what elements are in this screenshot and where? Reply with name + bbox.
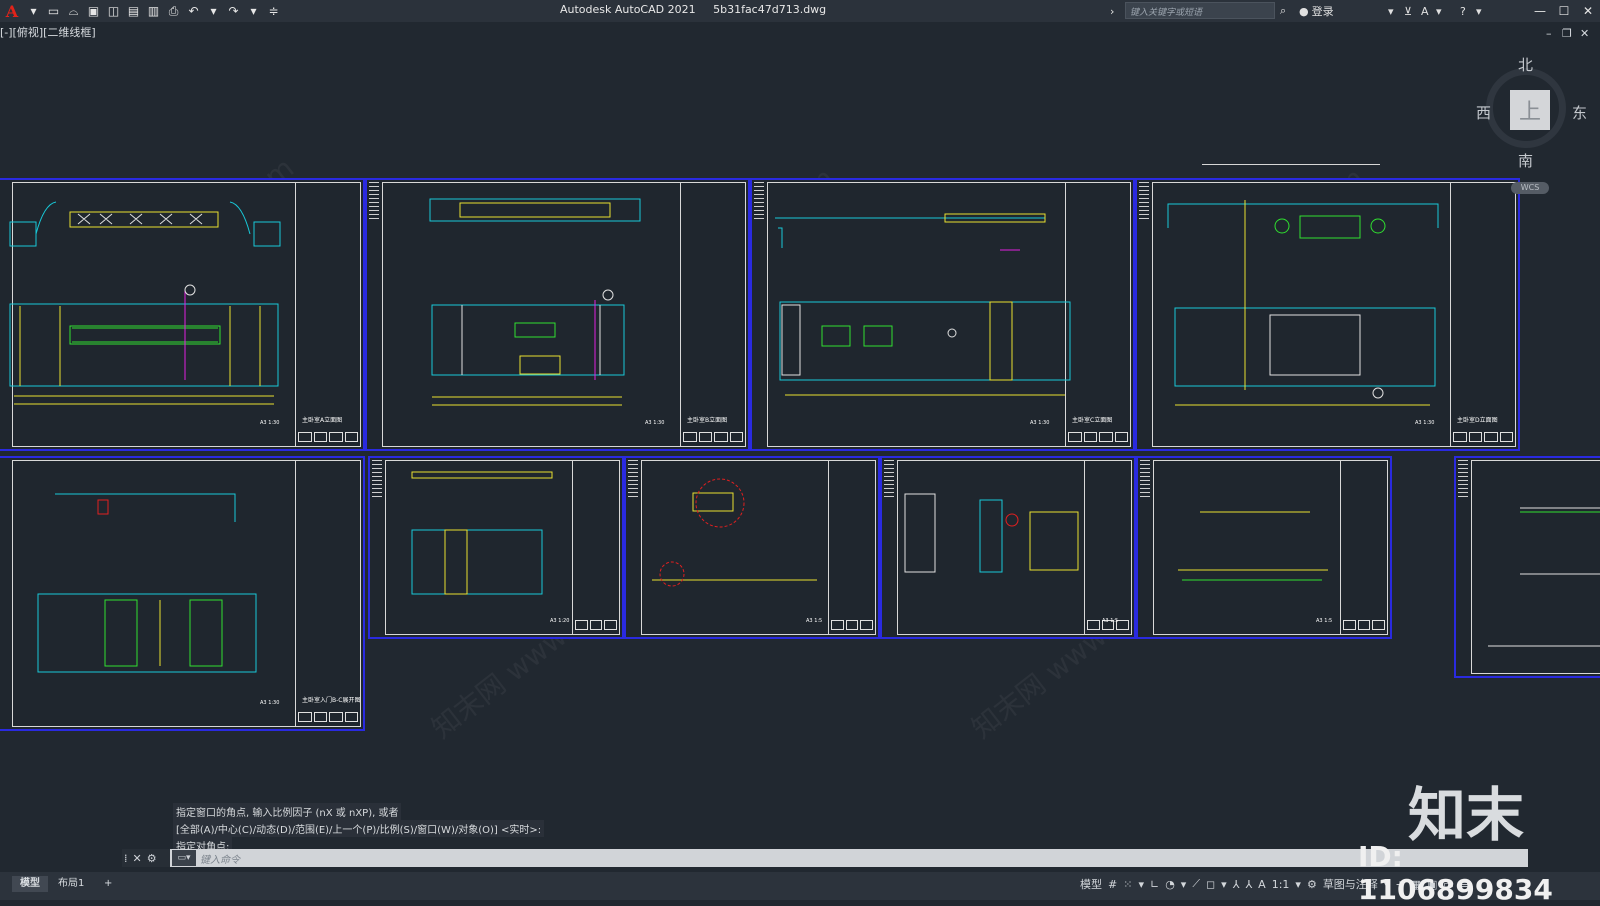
polar-icon[interactable]: ◔ <box>1165 878 1175 891</box>
annotation-scale-icon[interactable]: A <box>1258 878 1266 891</box>
close-cmdline-icon[interactable]: ✕ <box>133 852 142 865</box>
compass-north[interactable]: 北 <box>1518 54 1533 75</box>
add-layout-icon[interactable]: + <box>96 876 120 892</box>
compass-east[interactable]: 东 <box>1572 102 1587 123</box>
navigation-bar-line <box>1202 164 1380 165</box>
compass-south[interactable]: 南 <box>1518 150 1533 171</box>
grip-icon[interactable]: ⁞ <box>124 852 128 865</box>
wcs-menu[interactable]: WCS <box>1511 182 1549 194</box>
annotation-scale-select[interactable]: 1:1 <box>1272 878 1290 891</box>
annotation-visibility-icon[interactable]: ⅄ <box>1233 878 1240 891</box>
ortho-icon[interactable]: ∟ <box>1150 878 1159 891</box>
command-input[interactable]: 键入命令 <box>200 851 240 866</box>
model-space-button[interactable]: 模型 <box>1080 876 1102 892</box>
tab-model[interactable]: 模型 <box>12 876 48 892</box>
brand-id: ID: 1106899834 <box>1358 840 1553 906</box>
polar-dropdown-icon[interactable]: ▾ <box>1181 878 1187 891</box>
compass-west[interactable]: 西 <box>1476 102 1491 123</box>
workspace-gear-icon[interactable]: ⚙ <box>1307 878 1317 891</box>
customize-cmdline-icon[interactable]: ⚙ <box>147 852 157 865</box>
command-history-line: 指定窗口的角点, 输入比例因子 (nX 或 nXP), 或者 <box>173 803 402 820</box>
auto-scale-icon[interactable]: ⅄ <box>1245 878 1252 891</box>
command-line-bar <box>122 849 1528 867</box>
grid-icon[interactable]: # <box>1108 878 1117 891</box>
command-line-tools: ⁞ ✕ ⚙ <box>122 849 170 867</box>
viewcube[interactable]: 上 <box>1510 90 1550 130</box>
command-history-line: [全部(A)/中心(C)/动态(D)/范围(E)/上一个(P)/比例(S)/窗口… <box>173 820 545 837</box>
scale-dropdown-icon[interactable]: ▾ <box>1295 878 1301 891</box>
snap-dropdown-icon[interactable]: ▾ <box>1138 878 1144 891</box>
osnap-icon[interactable]: ◻ <box>1206 878 1215 891</box>
tab-layout1[interactable]: 布局1 <box>50 876 92 892</box>
cad-linework <box>9 198 1600 673</box>
isodraft-icon[interactable]: ⟋ <box>1192 877 1200 891</box>
osnap-dropdown-icon[interactable]: ▾ <box>1221 878 1227 891</box>
snap-icon[interactable]: ⁙ <box>1123 878 1132 891</box>
command-prompt-icon[interactable]: ▭▾ <box>172 850 196 866</box>
